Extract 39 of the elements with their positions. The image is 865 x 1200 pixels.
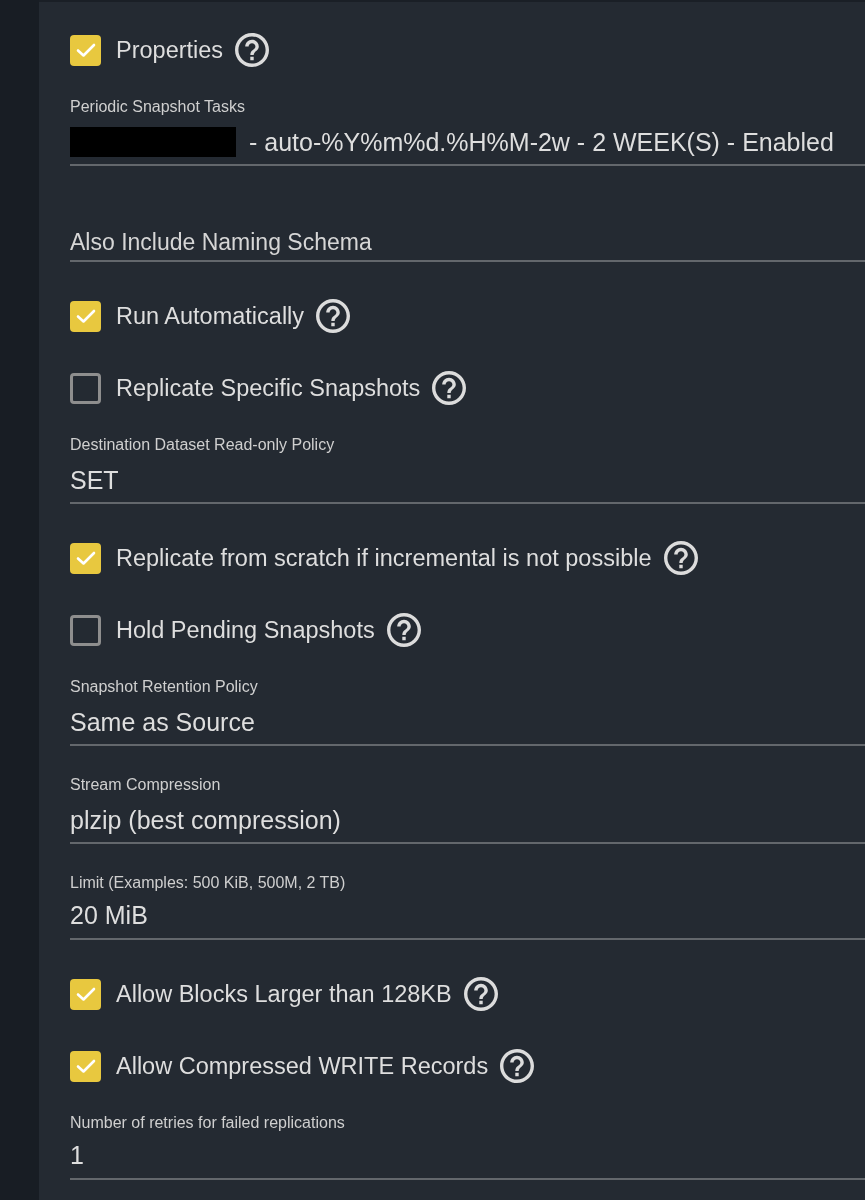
- checkbox-label: Allow Blocks Larger than 128KB: [116, 980, 452, 1009]
- select-field[interactable]: Stream Compression plzip (best compression): [70, 776, 865, 844]
- select-field[interactable]: Snapshot Retention Policy Same as Source: [70, 678, 865, 746]
- field-label: Snapshot Retention Policy: [70, 678, 258, 696]
- checkbox[interactable]: [70, 978, 101, 1010]
- checkbox[interactable]: [70, 372, 101, 404]
- checkbox[interactable]: [70, 1050, 101, 1082]
- check-icon: [75, 986, 96, 1002]
- checkbox-label: Properties: [116, 36, 224, 65]
- help-icon[interactable]: [316, 299, 351, 333]
- field-label: Periodic Snapshot Tasks: [70, 98, 245, 116]
- checkbox[interactable]: [70, 542, 101, 574]
- select-field[interactable]: Destination Dataset Read-only Policy SET: [70, 436, 865, 504]
- help-icon[interactable]: [432, 371, 467, 405]
- field-label: Limit (Examples: 500 KiB, 500M, 2 TB): [70, 874, 346, 892]
- select-field[interactable]: Periodic Snapshot Tasks - auto-%Y%m%d.%H%M-2w - 2 WEEK(S) - Enabled: [70, 98, 865, 166]
- check-icon: [75, 550, 96, 566]
- input-field[interactable]: Also Include Naming Schema: [70, 224, 865, 262]
- checkbox-label: Allow Compressed WRITE Records: [116, 1052, 489, 1081]
- checkbox-label: Replicate Specific Snapshots: [116, 374, 421, 403]
- checkbox[interactable]: [70, 614, 101, 646]
- field-label: Stream Compression: [70, 776, 221, 794]
- help-icon[interactable]: [663, 541, 698, 575]
- help-icon[interactable]: [463, 977, 498, 1011]
- field-label: Number of retries for failed replications: [70, 1114, 345, 1132]
- help-icon[interactable]: [500, 1049, 535, 1083]
- checkbox[interactable]: [70, 300, 101, 332]
- field-label: Destination Dataset Read-only Policy: [70, 436, 335, 454]
- check-icon: [75, 308, 96, 324]
- checkbox-label: Run Automatically: [116, 302, 305, 331]
- check-icon: [75, 42, 96, 58]
- check-icon: [75, 1058, 96, 1074]
- checkbox-label: Replicate from scratch if incremental is not possible: [116, 544, 652, 573]
- input-field[interactable]: Limit (Examples: 500 KiB, 500M, 2 TB) 20 MiB: [70, 874, 865, 940]
- checkbox[interactable]: [70, 34, 101, 66]
- input-field[interactable]: Number of retries for failed replications 1: [70, 1114, 865, 1180]
- checkbox-label: Hold Pending Snapshots: [116, 616, 375, 645]
- help-icon[interactable]: [235, 33, 270, 67]
- help-icon[interactable]: [386, 613, 421, 647]
